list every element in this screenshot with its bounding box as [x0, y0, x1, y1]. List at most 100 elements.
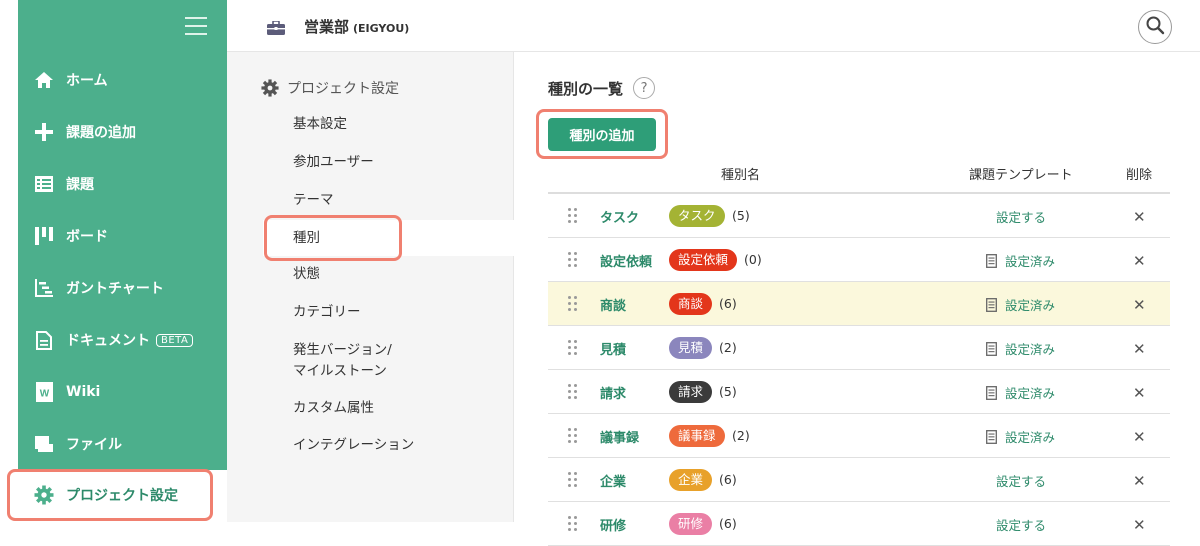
- sidebar-item-wiki[interactable]: W Wiki: [18, 372, 227, 412]
- subnav-item-category[interactable]: カテゴリー: [293, 302, 361, 323]
- issue-type-name-link[interactable]: 請求: [600, 383, 626, 402]
- issue-count: (2): [719, 340, 737, 355]
- sidebar-item-document[interactable]: ドキュメント BETA: [18, 320, 227, 360]
- page-title-text: 種別の一覧: [548, 79, 624, 98]
- drag-handle-icon[interactable]: [568, 252, 578, 268]
- delete-icon[interactable]: ✕: [1133, 428, 1146, 446]
- template-configured-link[interactable]: 設定済み: [986, 427, 1055, 446]
- template-doc-icon: [986, 341, 997, 356]
- column-header-delete: 削除: [1126, 168, 1153, 183]
- subnav-item-status[interactable]: 状態: [293, 264, 320, 285]
- delete-icon[interactable]: ✕: [1133, 296, 1146, 314]
- sidebar-item-board[interactable]: ボード: [18, 216, 227, 256]
- table-row[interactable]: 研修 研修 (6) 設定する ✕: [548, 502, 1170, 546]
- table-row[interactable]: タスク タスク (5) 設定する ✕: [548, 194, 1170, 238]
- subnav-item-integration[interactable]: インテグレーション: [293, 435, 414, 456]
- issue-count: (2): [732, 428, 750, 443]
- delete-icon[interactable]: ✕: [1133, 384, 1146, 402]
- issue-type-chip: 設定依頼: [669, 249, 738, 271]
- list-icon: [34, 174, 54, 194]
- subnav-heading-label: プロジェクト設定: [287, 81, 399, 97]
- issue-type-name-link[interactable]: 研修: [600, 515, 626, 534]
- svg-text:W: W: [39, 389, 49, 400]
- project-title[interactable]: 営業部 (EIGYOU): [304, 16, 409, 37]
- project-name: 営業部: [304, 18, 350, 36]
- drag-handle-icon[interactable]: [568, 208, 578, 224]
- subnav-item-custom-fields[interactable]: カスタム属性: [293, 398, 374, 419]
- issue-type-name-link[interactable]: 議事録: [600, 427, 639, 446]
- sidebar-item-gantt[interactable]: ガントチャート: [18, 268, 227, 308]
- issue-type-chip: 見積: [669, 337, 713, 359]
- template-doc-icon: [986, 385, 997, 400]
- template-set-link[interactable]: 設定する: [996, 471, 1046, 490]
- delete-icon[interactable]: ✕: [1133, 208, 1146, 226]
- gear-icon: [34, 485, 56, 505]
- search-button[interactable]: [1138, 10, 1172, 44]
- sidebar-item-label: 課題: [66, 177, 94, 193]
- subnav-item-label: マイルストーン: [293, 363, 387, 379]
- sidebar-item-files[interactable]: ファイル: [18, 424, 227, 464]
- template-status-label: 設定済み: [1005, 298, 1056, 313]
- issue-type-name-link[interactable]: 商談: [600, 295, 626, 314]
- drag-handle-icon[interactable]: [568, 340, 578, 356]
- template-set-link[interactable]: 設定する: [996, 515, 1046, 534]
- help-icon[interactable]: ?: [633, 77, 656, 99]
- template-configured-link[interactable]: 設定済み: [986, 339, 1055, 358]
- issue-type-name-link[interactable]: 設定依頼: [600, 251, 652, 270]
- issue-type-name-link[interactable]: 見積: [600, 339, 626, 358]
- sidebar-item-label: Wiki: [66, 384, 101, 400]
- issue-type-name-link[interactable]: 企業: [600, 471, 626, 490]
- subnav-item-basic[interactable]: 基本設定: [293, 114, 347, 135]
- template-status-label: 設定済み: [1005, 430, 1056, 445]
- subnav-heading: プロジェクト設定: [261, 78, 399, 98]
- delete-icon[interactable]: ✕: [1133, 252, 1146, 270]
- drag-handle-icon[interactable]: [568, 428, 578, 444]
- subnav-item-theme[interactable]: テーマ: [293, 190, 334, 211]
- subnav-item-versions[interactable]: 発生バージョン/ マイルストーン: [293, 340, 392, 382]
- delete-icon[interactable]: ✕: [1133, 472, 1146, 490]
- template-configured-link[interactable]: 設定済み: [986, 383, 1055, 402]
- sidebar-item-label: ボード: [66, 229, 108, 245]
- template-doc-icon: [986, 429, 997, 444]
- add-button-highlight: 種別の追加: [536, 109, 668, 159]
- beta-badge: BETA: [156, 333, 194, 347]
- add-issue-type-button[interactable]: 種別の追加: [548, 117, 656, 151]
- table-row[interactable]: 企業 企業 (6) 設定する ✕: [548, 458, 1170, 502]
- wiki-icon: W: [34, 382, 54, 402]
- table-row[interactable]: 議事録 議事録 (2) 設定済み ✕: [548, 414, 1170, 458]
- drag-handle-icon[interactable]: [568, 516, 578, 532]
- sidebar-item-add-issue[interactable]: 課題の追加: [18, 112, 227, 152]
- issue-type-name-link[interactable]: タスク: [600, 207, 639, 226]
- delete-icon[interactable]: ✕: [1133, 340, 1146, 358]
- template-set-link[interactable]: 設定する: [996, 207, 1046, 226]
- template-configured-link[interactable]: 設定済み: [986, 251, 1055, 270]
- issue-type-chip: 研修: [669, 513, 713, 535]
- sidebar-item-label: ファイル: [66, 437, 122, 453]
- sidebar-item-label: ドキュメント: [66, 333, 150, 349]
- issue-type-chip: 商談: [669, 293, 713, 315]
- drag-handle-icon[interactable]: [568, 296, 578, 312]
- issue-type-chip: 議事録: [669, 425, 725, 447]
- sidebar-item-issues[interactable]: 課題: [18, 164, 227, 204]
- issue-type-chip: 企業: [669, 469, 713, 491]
- issue-count: (6): [719, 472, 737, 487]
- table-row[interactable]: 請求 請求 (5) 設定済み ✕: [548, 370, 1170, 414]
- sidebar-item-label: ホーム: [66, 73, 108, 89]
- sidebar-item-home[interactable]: ホーム: [18, 60, 227, 100]
- sidebar-item-project-settings[interactable]: プロジェクト設定: [7, 469, 213, 521]
- project-code: (EIGYOU): [353, 22, 410, 35]
- drag-handle-icon[interactable]: [568, 384, 578, 400]
- table-row[interactable]: 設定依頼 設定依頼 (0) 設定済み ✕: [548, 238, 1170, 282]
- table-row[interactable]: 商談 商談 (6) 設定済み ✕: [548, 282, 1170, 326]
- table-row[interactable]: 見積 見積 (2) 設定済み ✕: [548, 326, 1170, 370]
- issue-type-chip: 請求: [669, 381, 713, 403]
- drag-handle-icon[interactable]: [568, 472, 578, 488]
- subnav-item-issue-types[interactable]: 種別: [293, 228, 320, 249]
- column-header-name: 種別名: [721, 168, 761, 183]
- delete-icon[interactable]: ✕: [1133, 516, 1146, 534]
- menu-toggle-icon[interactable]: [185, 17, 207, 35]
- sidebar-item-label: ガントチャート: [66, 281, 164, 297]
- template-configured-link[interactable]: 設定済み: [986, 295, 1055, 314]
- issue-count: (6): [719, 296, 737, 311]
- subnav-item-members[interactable]: 参加ユーザー: [293, 152, 374, 173]
